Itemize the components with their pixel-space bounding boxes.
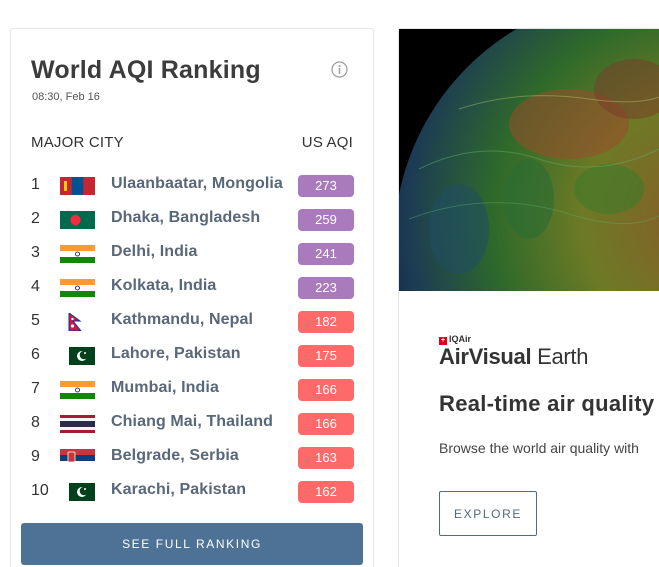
aqi-badge: 223 (298, 277, 354, 299)
aqi-badge: 259 (298, 209, 354, 231)
aqi-badge: 166 (298, 413, 354, 435)
column-header-aqi[interactable]: US AQI (302, 134, 353, 151)
mongolia-flag-icon (60, 177, 95, 195)
promo-heading: Real-time air quality (439, 391, 655, 416)
city-name[interactable]: Mumbai, India (111, 379, 219, 397)
pakistan-flag-icon (60, 347, 95, 365)
aqi-badge: 162 (298, 481, 354, 503)
aqi-badge: 163 (298, 447, 354, 469)
ranking-row[interactable]: 10 Karachi, Pakistan 162 (31, 476, 354, 510)
ranking-row[interactable]: 3 Delhi, India 241 (31, 238, 354, 272)
ranking-row[interactable]: 7 Mumbai, India 166 (31, 374, 354, 408)
ranking-list: 1 Ulaanbaatar, Mongolia 273 2 Dhaka, Ban… (31, 170, 354, 510)
city-name[interactable]: Dhaka, Bangladesh (111, 209, 260, 227)
column-header-city: MAJOR CITY (31, 134, 124, 151)
city-name[interactable]: Karachi, Pakistan (111, 481, 246, 499)
ranking-row[interactable]: 5 Kathmandu, Nepal 182 (31, 306, 354, 340)
ranking-row[interactable]: 4 Kolkata, India 223 (31, 272, 354, 306)
ranking-row[interactable]: 2 Dhaka, Bangladesh 259 (31, 204, 354, 238)
ranking-timestamp: 08:30, Feb 16 (32, 91, 100, 103)
ranking-card: World AQI Ranking 08:30, Feb 16 MAJOR CI… (10, 28, 374, 567)
aqi-badge: 273 (298, 175, 354, 197)
bangladesh-flag-icon (60, 211, 95, 229)
see-full-ranking-button[interactable]: SEE FULL RANKING (21, 523, 363, 565)
ranking-row[interactable]: 8 Chiang Mai, Thailand 166 (31, 408, 354, 442)
rank-number: 6 (31, 346, 40, 363)
rank-number: 7 (31, 380, 40, 397)
aqi-badge: 175 (298, 345, 354, 367)
aqi-badge: 182 (298, 311, 354, 333)
serbia-flag-icon (60, 449, 95, 467)
aqi-badge: 241 (298, 243, 354, 265)
city-name[interactable]: Kolkata, India (111, 277, 216, 295)
india-flag-icon (60, 279, 95, 297)
nepal-flag-icon (60, 313, 95, 331)
ranking-row[interactable]: 6 Lahore, Pakistan 175 (31, 340, 354, 374)
city-name[interactable]: Delhi, India (111, 243, 198, 261)
city-name[interactable]: Lahore, Pakistan (111, 345, 241, 363)
ranking-title: World AQI Ranking (31, 56, 261, 84)
rank-number: 8 (31, 414, 40, 431)
rank-number: 1 (31, 176, 40, 193)
city-name[interactable]: Ulaanbaatar, Mongolia (111, 175, 283, 193)
india-flag-icon (60, 381, 95, 399)
rank-number: 3 (31, 244, 40, 261)
rank-number: 9 (31, 448, 40, 465)
city-name[interactable]: Belgrade, Serbia (111, 447, 239, 465)
airvisual-earth-logo: AirVisual Earth (439, 344, 589, 369)
airvisual-earth-card: + IQAir AirVisual Earth Real-time air qua… (398, 28, 659, 567)
rank-number: 5 (31, 312, 40, 329)
explore-button[interactable]: EXPLORE (439, 491, 537, 536)
rank-number: 10 (31, 482, 49, 499)
pakistan-flag-icon (60, 483, 95, 501)
ranking-row[interactable]: 9 Belgrade, Serbia 163 (31, 442, 354, 476)
thailand-flag-icon (60, 415, 95, 433)
city-name[interactable]: Chiang Mai, Thailand (111, 413, 273, 431)
rank-number: 2 (31, 210, 40, 227)
promo-description: Browse the world air quality with (439, 440, 639, 456)
city-name[interactable]: Kathmandu, Nepal (111, 311, 253, 329)
ranking-row[interactable]: 1 Ulaanbaatar, Mongolia 273 (31, 170, 354, 204)
aqi-badge: 166 (298, 379, 354, 401)
india-flag-icon (60, 245, 95, 263)
earth-globe-image[interactable] (399, 29, 659, 291)
rank-number: 4 (31, 278, 40, 295)
info-icon[interactable] (331, 61, 348, 78)
